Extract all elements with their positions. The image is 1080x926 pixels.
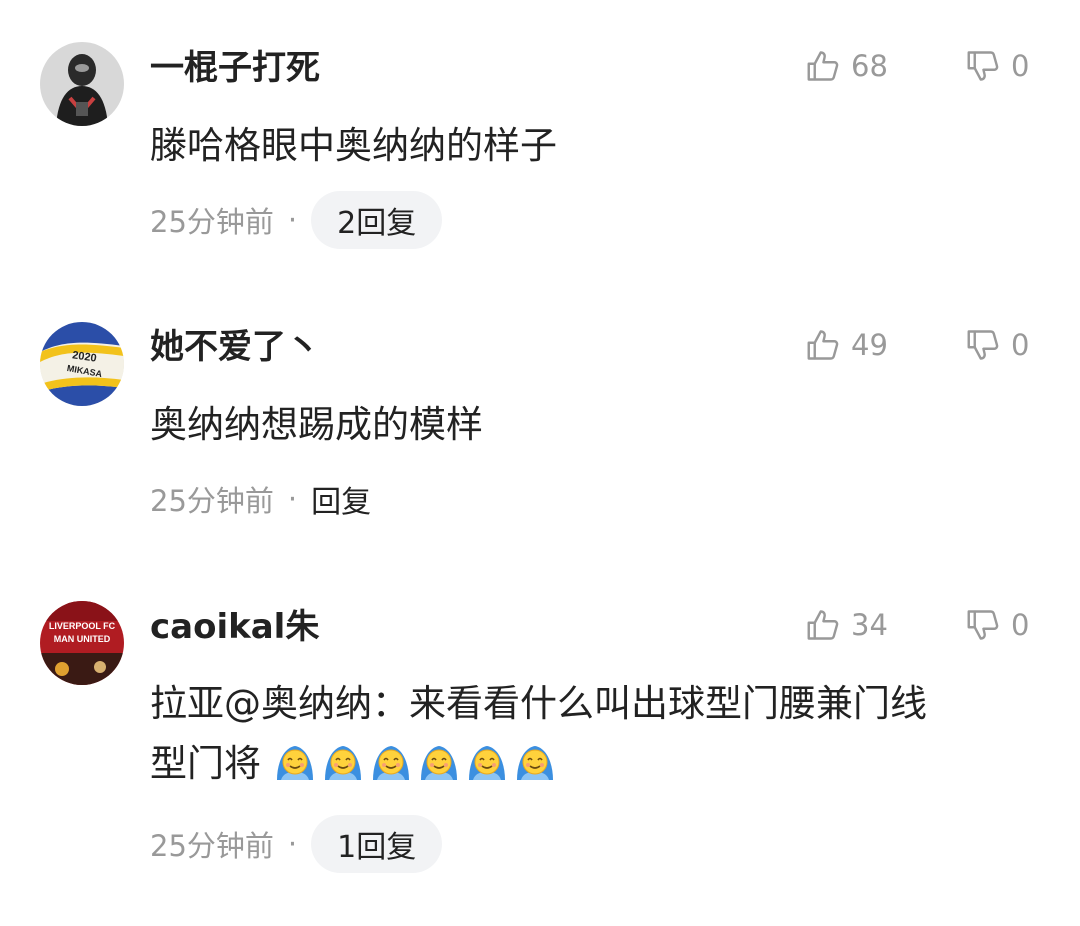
username[interactable]: 她不爱了丶 xyxy=(150,327,320,367)
comment-text-line: 型门将 xyxy=(150,734,1050,802)
avatar[interactable]: 2020 MIKASA xyxy=(40,322,124,406)
dislike-count: 0 xyxy=(1011,608,1030,642)
username[interactable]: 一棍子打死 xyxy=(150,48,320,88)
thumbs-down-icon xyxy=(967,51,999,81)
sign-text-top: LIVERPOOL FC xyxy=(49,621,116,631)
username[interactable]: caoikal朱 xyxy=(150,607,319,647)
blanket-smile-emoji-icon xyxy=(273,740,317,802)
dislike-button[interactable]: 0 xyxy=(965,46,1029,86)
reply-button[interactable]: 回复 xyxy=(311,477,371,521)
timestamp: 25分钟前 xyxy=(150,829,274,863)
blanket-smile-emoji-icon xyxy=(321,740,365,802)
timestamp: 25分钟前 xyxy=(150,205,274,239)
comment-text: 奥纳纳想踢成的模样 xyxy=(150,403,483,446)
like-button[interactable]: 49 xyxy=(805,325,888,365)
dark-masked-figure-avatar-icon xyxy=(40,42,124,126)
avatar[interactable] xyxy=(40,42,124,126)
thumbs-up-icon xyxy=(807,610,839,640)
comment-text-fragment: 型门将 xyxy=(150,742,261,785)
comment-meta: 25分钟前 · 1回复 xyxy=(150,815,443,873)
emoji-row xyxy=(273,742,561,785)
thumbs-down-icon xyxy=(967,610,999,640)
separator-dot: · xyxy=(287,482,298,516)
blanket-smile-emoji-icon xyxy=(369,740,413,802)
dislike-count: 0 xyxy=(1011,328,1030,362)
liverpool-sign-avatar-icon: LIVERPOOL FC MAN UNITED xyxy=(40,601,124,685)
comment-meta: 25分钟前 · 2回复 xyxy=(150,191,443,249)
thumbs-down-icon xyxy=(967,330,999,360)
like-button[interactable]: 68 xyxy=(805,46,888,86)
reply-button[interactable]: 2回复 xyxy=(311,191,443,249)
dislike-button[interactable]: 0 xyxy=(965,325,1029,365)
blanket-smile-emoji-icon xyxy=(513,740,557,802)
comment-text-line: 拉亚@奥纳纳：来看看什么叫出球型门腰兼门线 xyxy=(150,682,927,725)
blanket-smile-emoji-icon xyxy=(465,740,509,802)
comment-text: 滕哈格眼中奥纳纳的样子 xyxy=(150,124,557,167)
comment-meta: 25分钟前 · 回复 xyxy=(150,470,371,528)
dislike-button[interactable]: 0 xyxy=(965,605,1029,645)
thumbs-up-icon xyxy=(807,51,839,81)
like-count: 68 xyxy=(851,49,888,83)
comment-text: 拉亚@奥纳纳：来看看什么叫出球型门腰兼门线 型门将 xyxy=(150,674,1050,802)
separator-dot: · xyxy=(287,827,298,861)
volleyball-avatar-icon: 2020 MIKASA xyxy=(40,322,124,406)
sign-text-bottom: MAN UNITED xyxy=(54,634,111,644)
timestamp: 25分钟前 xyxy=(150,484,274,518)
dislike-count: 0 xyxy=(1011,49,1030,83)
like-count: 34 xyxy=(851,608,888,642)
reply-button[interactable]: 1回复 xyxy=(311,815,443,873)
like-count: 49 xyxy=(851,328,888,362)
blanket-smile-emoji-icon xyxy=(417,740,461,802)
like-button[interactable]: 34 xyxy=(805,605,888,645)
thumbs-up-icon xyxy=(807,330,839,360)
separator-dot: · xyxy=(287,203,298,237)
avatar[interactable]: LIVERPOOL FC MAN UNITED xyxy=(40,601,124,685)
